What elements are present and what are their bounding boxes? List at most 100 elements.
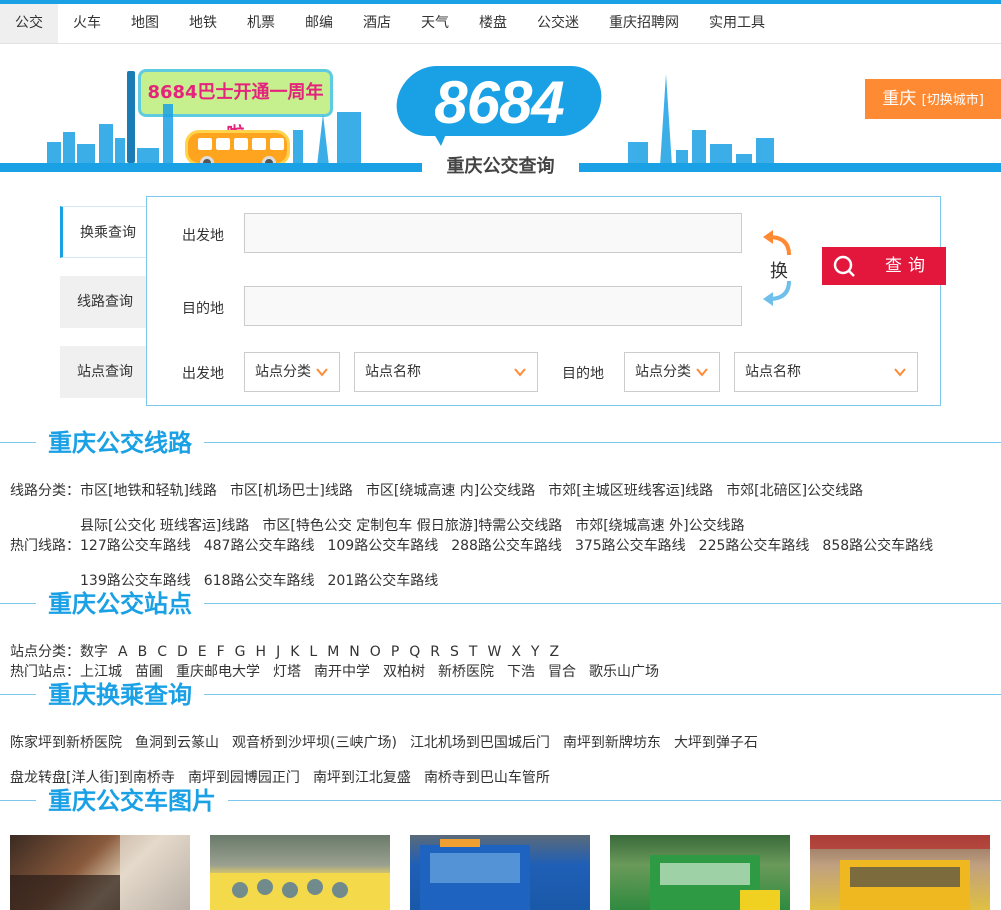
station-letter-link[interactable]: E xyxy=(198,644,207,660)
station-letter-link[interactable]: D xyxy=(177,644,188,660)
station-letter-link[interactable]: S xyxy=(450,644,459,660)
hot-station-link[interactable]: 双柏树 xyxy=(383,664,425,680)
chevron-down-icon xyxy=(514,368,526,377)
transfer-link[interactable]: 南桥寺到巴山车管所 xyxy=(424,770,550,786)
hot-line-link[interactable]: 487路公交车路线 xyxy=(204,538,315,554)
station-letter-link[interactable]: X xyxy=(511,644,521,660)
nav-item[interactable]: 酒店 xyxy=(348,4,406,43)
to-station-name-select[interactable]: 站点名称 xyxy=(734,352,918,392)
station-letter-link[interactable]: Q xyxy=(409,644,420,660)
station-letter-link[interactable]: K xyxy=(290,644,299,660)
station-letter-link[interactable]: 数字 xyxy=(80,644,108,660)
line-category-link[interactable]: 市区[特色公交 定制包车 假日旅游]特需公交线路 xyxy=(262,518,562,534)
nav-item[interactable]: 天气 xyxy=(406,4,464,43)
station-letter-link[interactable]: B xyxy=(138,644,148,660)
from-station-category-select[interactable]: 站点分类 xyxy=(244,352,340,392)
hot-station-link[interactable]: 新桥医院 xyxy=(438,664,494,680)
transfer-link[interactable]: 陈家坪到新桥医院 xyxy=(10,735,122,751)
hot-line-link[interactable]: 375路公交车路线 xyxy=(575,538,686,554)
station-letter-link[interactable]: W xyxy=(487,644,501,660)
line-category-link[interactable]: 县际[公交化 班线客运]线路 xyxy=(80,518,249,534)
nav-item[interactable]: 重庆招聘网 xyxy=(594,4,694,43)
top-nav: 公交 火车 地图 地铁 机票 邮编 酒店 天气 楼盘 公交迷 重庆招聘网 实用工具 xyxy=(0,0,1001,44)
hot-line-link[interactable]: 858路公交车路线 xyxy=(822,538,933,554)
hot-station-link[interactable]: 上江城 xyxy=(80,664,122,680)
nav-item[interactable]: 机票 xyxy=(232,4,290,43)
station-letter-link[interactable]: P xyxy=(391,644,399,660)
photos-section-header: 重庆公交车图片 xyxy=(0,786,1001,816)
station-letter-link[interactable]: Y xyxy=(531,644,540,660)
bus-photo-2[interactable] xyxy=(210,835,390,910)
header-banner: 8684巴士开通一周年啦 8684 重庆公交查询 重庆 [切换城市] xyxy=(0,44,1001,180)
site-logo[interactable]: 8684 xyxy=(392,66,606,146)
to-input[interactable] xyxy=(244,286,742,326)
hot-line-link[interactable]: 288路公交车路线 xyxy=(451,538,562,554)
station-letter-link[interactable]: T xyxy=(469,644,478,660)
hot-station-link[interactable]: 苗圃 xyxy=(135,664,163,680)
hot-station-link[interactable]: 下浩 xyxy=(507,664,535,680)
station-letter-link[interactable]: L xyxy=(309,644,317,660)
transfer-link[interactable]: 南坪到新牌坊东 xyxy=(563,735,661,751)
hot-line-link[interactable]: 109路公交车路线 xyxy=(327,538,438,554)
hot-line-link[interactable]: 618路公交车路线 xyxy=(204,573,315,589)
transfer-link[interactable]: 南坪到园博园正门 xyxy=(188,770,300,786)
station-letter-link[interactable]: M xyxy=(327,644,339,660)
line-category-link[interactable]: 市郊[绕城高速 外]公交线路 xyxy=(575,518,744,534)
station-letter-link[interactable]: G xyxy=(235,644,246,660)
switch-city-button[interactable]: 重庆 [切换城市] xyxy=(865,79,1001,119)
nav-item[interactable]: 地铁 xyxy=(174,4,232,43)
line-categories-row-1: 线路分类：市区[地铁和轻轨]线路 市区[机场巴士]线路 市区[绕城高速 内]公交线路… xyxy=(10,480,876,500)
swap-button[interactable]: 换 xyxy=(761,227,797,309)
nav-item[interactable]: 实用工具 xyxy=(694,4,780,43)
bus-photo-4[interactable] xyxy=(610,835,790,910)
station-letter-link[interactable]: N xyxy=(349,644,359,660)
hot-station-link[interactable]: 灯塔 xyxy=(273,664,301,680)
nav-item[interactable]: 公交 xyxy=(0,4,58,43)
station-letter-link[interactable]: A xyxy=(118,644,128,660)
tab-station[interactable]: 站点查询 xyxy=(60,346,148,398)
hot-station-link[interactable]: 歌乐山广场 xyxy=(589,664,659,680)
hot-station-link[interactable]: 南开中学 xyxy=(314,664,370,680)
query-button[interactable]: 查询 xyxy=(822,247,946,285)
line-category-link[interactable]: 市郊[北碚区]公交线路 xyxy=(726,483,863,499)
from-input[interactable] xyxy=(244,213,742,253)
site-name: 重庆公交查询 xyxy=(446,156,555,177)
station-letter-link[interactable]: O xyxy=(370,644,381,660)
tab-line[interactable]: 线路查询 xyxy=(60,276,148,328)
line-category-link[interactable]: 市区[绕城高速 内]公交线路 xyxy=(366,483,535,499)
city-name: 重庆 xyxy=(882,89,917,109)
nav-item[interactable]: 楼盘 xyxy=(464,4,522,43)
nav-item[interactable]: 火车 xyxy=(58,4,116,43)
station-letter-link[interactable]: Z xyxy=(549,644,559,660)
hot-line-link[interactable]: 127路公交车路线 xyxy=(80,538,191,554)
line-category-link[interactable]: 市郊[主城区班线客运]线路 xyxy=(548,483,713,499)
station-letter-link[interactable]: J xyxy=(276,644,280,660)
transfer-link[interactable]: 观音桥到沙坪坝(三峡广场) xyxy=(232,735,397,751)
hot-station-link[interactable]: 重庆邮电大学 xyxy=(176,664,260,680)
to-station-category-select[interactable]: 站点分类 xyxy=(624,352,720,392)
from-station-name-select[interactable]: 站点名称 xyxy=(354,352,538,392)
nav-item[interactable]: 公交迷 xyxy=(522,4,594,43)
station-letter-link[interactable]: R xyxy=(430,644,440,660)
transfer-link[interactable]: 鱼洞到云篆山 xyxy=(135,735,219,751)
transfer-link[interactable]: 南坪到江北复盛 xyxy=(313,770,411,786)
tab-transfer[interactable]: 换乘查询 xyxy=(60,206,148,258)
nav-item[interactable]: 邮编 xyxy=(290,4,348,43)
station-letter-link[interactable]: F xyxy=(217,644,225,660)
hot-line-link[interactable]: 139路公交车路线 xyxy=(80,573,191,589)
line-category-link[interactable]: 市区[机场巴士]线路 xyxy=(230,483,353,499)
bus-photo-1[interactable] xyxy=(10,835,190,910)
transfer-link[interactable]: 江北机场到巴国城后门 xyxy=(410,735,550,751)
station-letter-link[interactable]: H xyxy=(256,644,267,660)
line-category-link[interactable]: 市区[地铁和轻轨]线路 xyxy=(80,483,217,499)
stations-section-header: 重庆公交站点 xyxy=(0,589,1001,619)
bus-photo-3[interactable] xyxy=(410,835,590,910)
transfer-link[interactable]: 大坪到弹子石 xyxy=(674,735,758,751)
station-letter-link[interactable]: C xyxy=(157,644,167,660)
transfer-link[interactable]: 盘龙转盘[洋人街]到南桥寺 xyxy=(10,770,175,786)
nav-item[interactable]: 地图 xyxy=(116,4,174,43)
hot-line-link[interactable]: 201路公交车路线 xyxy=(327,573,438,589)
hot-line-link[interactable]: 225路公交车路线 xyxy=(699,538,810,554)
bus-photo-5[interactable] xyxy=(810,835,990,910)
hot-station-link[interactable]: 冒合 xyxy=(548,664,576,680)
